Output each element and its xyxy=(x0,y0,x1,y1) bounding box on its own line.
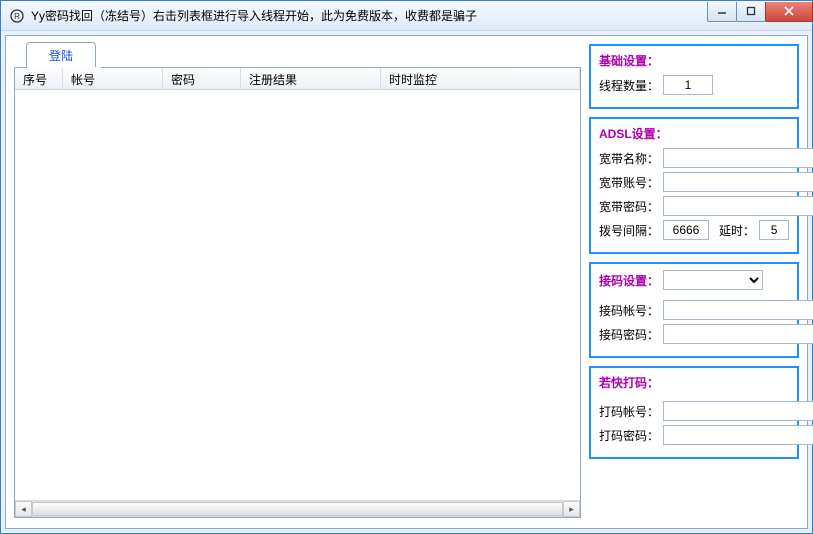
adsl-name-input[interactable] xyxy=(663,148,813,168)
adsl-acct-input[interactable] xyxy=(663,172,813,192)
table-body[interactable] xyxy=(15,90,580,500)
scroll-track[interactable] xyxy=(32,501,563,517)
ruokuai-acct-input[interactable] xyxy=(663,401,813,421)
adsl-interval-label: 拨号间隔： xyxy=(599,222,659,239)
tab-login[interactable]: 登陆 xyxy=(26,42,96,68)
sms-acct-input[interactable] xyxy=(663,300,813,320)
close-button[interactable] xyxy=(765,2,813,22)
adsl-delay-input[interactable] xyxy=(759,220,789,240)
panel-basic-title: 基础设置： xyxy=(599,52,789,69)
th-account[interactable]: 帐号 xyxy=(63,68,163,89)
minimize-button[interactable] xyxy=(707,2,737,22)
window-controls xyxy=(708,2,813,24)
sms-acct-label: 接码帐号： xyxy=(599,302,659,319)
panel-basic: 基础设置： 线程数量： xyxy=(589,44,799,109)
maximize-button[interactable] xyxy=(736,2,766,22)
adsl-acct-label: 宽带账号： xyxy=(599,174,659,191)
right-column: 基础设置： 线程数量： ADSL设置： 宽带名称： 宽带账号： 宽带密码： 拨号… xyxy=(589,44,799,518)
ruokuai-acct-label: 打码帐号： xyxy=(599,403,659,420)
scroll-right-button[interactable]: ▸ xyxy=(563,501,580,517)
thread-count-input[interactable] xyxy=(663,75,713,95)
panel-ruokuai-title: 若快打码： xyxy=(599,374,789,391)
adsl-delay-label: 延时： xyxy=(719,222,755,239)
panel-sms-title-text: 接码设置： xyxy=(599,272,659,289)
app-window: R Yy密码找回（冻结号）右击列表框进行导入线程开始，此为免费版本，收费都是骗子… xyxy=(0,0,813,534)
h-scrollbar[interactable]: ◂ ▸ xyxy=(15,500,580,517)
scroll-thumb[interactable] xyxy=(32,502,563,516)
th-seq[interactable]: 序号 xyxy=(15,68,63,89)
th-password[interactable]: 密码 xyxy=(163,68,241,89)
sms-pwd-input[interactable] xyxy=(663,324,813,344)
ruokuai-pwd-label: 打码密码： xyxy=(599,427,659,444)
svg-text:R: R xyxy=(14,12,20,21)
window-title: Yy密码找回（冻结号）右击列表框进行导入线程开始，此为免费版本，收费都是骗子 xyxy=(31,7,708,24)
panel-ruokuai: 若快打码： 打码帐号： 打码密码： 登 录 xyxy=(589,366,799,459)
adsl-interval-input[interactable] xyxy=(663,220,709,240)
th-monitor[interactable]: 时时监控 xyxy=(381,68,580,89)
panel-sms: 接码设置： 接码帐号： 接码密码： 登 录 xyxy=(589,262,799,358)
sms-platform-select[interactable] xyxy=(663,270,763,290)
adsl-pwd-label: 宽带密码： xyxy=(599,198,659,215)
tabstrip: 登陆 xyxy=(14,44,581,68)
table-header: 序号 帐号 密码 注册结果 时时监控 xyxy=(15,68,580,90)
thread-count-label: 线程数量： xyxy=(599,77,659,94)
client-area: 登陆 序号 帐号 密码 注册结果 时时监控 ◂ ▸ xyxy=(5,35,808,529)
adsl-name-label: 宽带名称： xyxy=(599,150,659,167)
adsl-pwd-input[interactable] xyxy=(663,196,813,216)
left-column: 登陆 序号 帐号 密码 注册结果 时时监控 ◂ ▸ xyxy=(14,44,581,518)
th-result[interactable]: 注册结果 xyxy=(241,68,381,89)
data-table[interactable]: 序号 帐号 密码 注册结果 时时监控 ◂ ▸ xyxy=(14,68,581,518)
panel-sms-title: 接码设置： xyxy=(599,270,789,290)
app-icon: R xyxy=(9,8,25,24)
titlebar: R Yy密码找回（冻结号）右击列表框进行导入线程开始，此为免费版本，收费都是骗子 xyxy=(1,1,812,31)
panel-adsl: ADSL设置： 宽带名称： 宽带账号： 宽带密码： 拨号间隔： 延时： xyxy=(589,117,799,254)
panel-adsl-title: ADSL设置： xyxy=(599,125,789,142)
ruokuai-pwd-input[interactable] xyxy=(663,425,813,445)
sms-pwd-label: 接码密码： xyxy=(599,326,659,343)
scroll-left-button[interactable]: ◂ xyxy=(15,501,32,517)
